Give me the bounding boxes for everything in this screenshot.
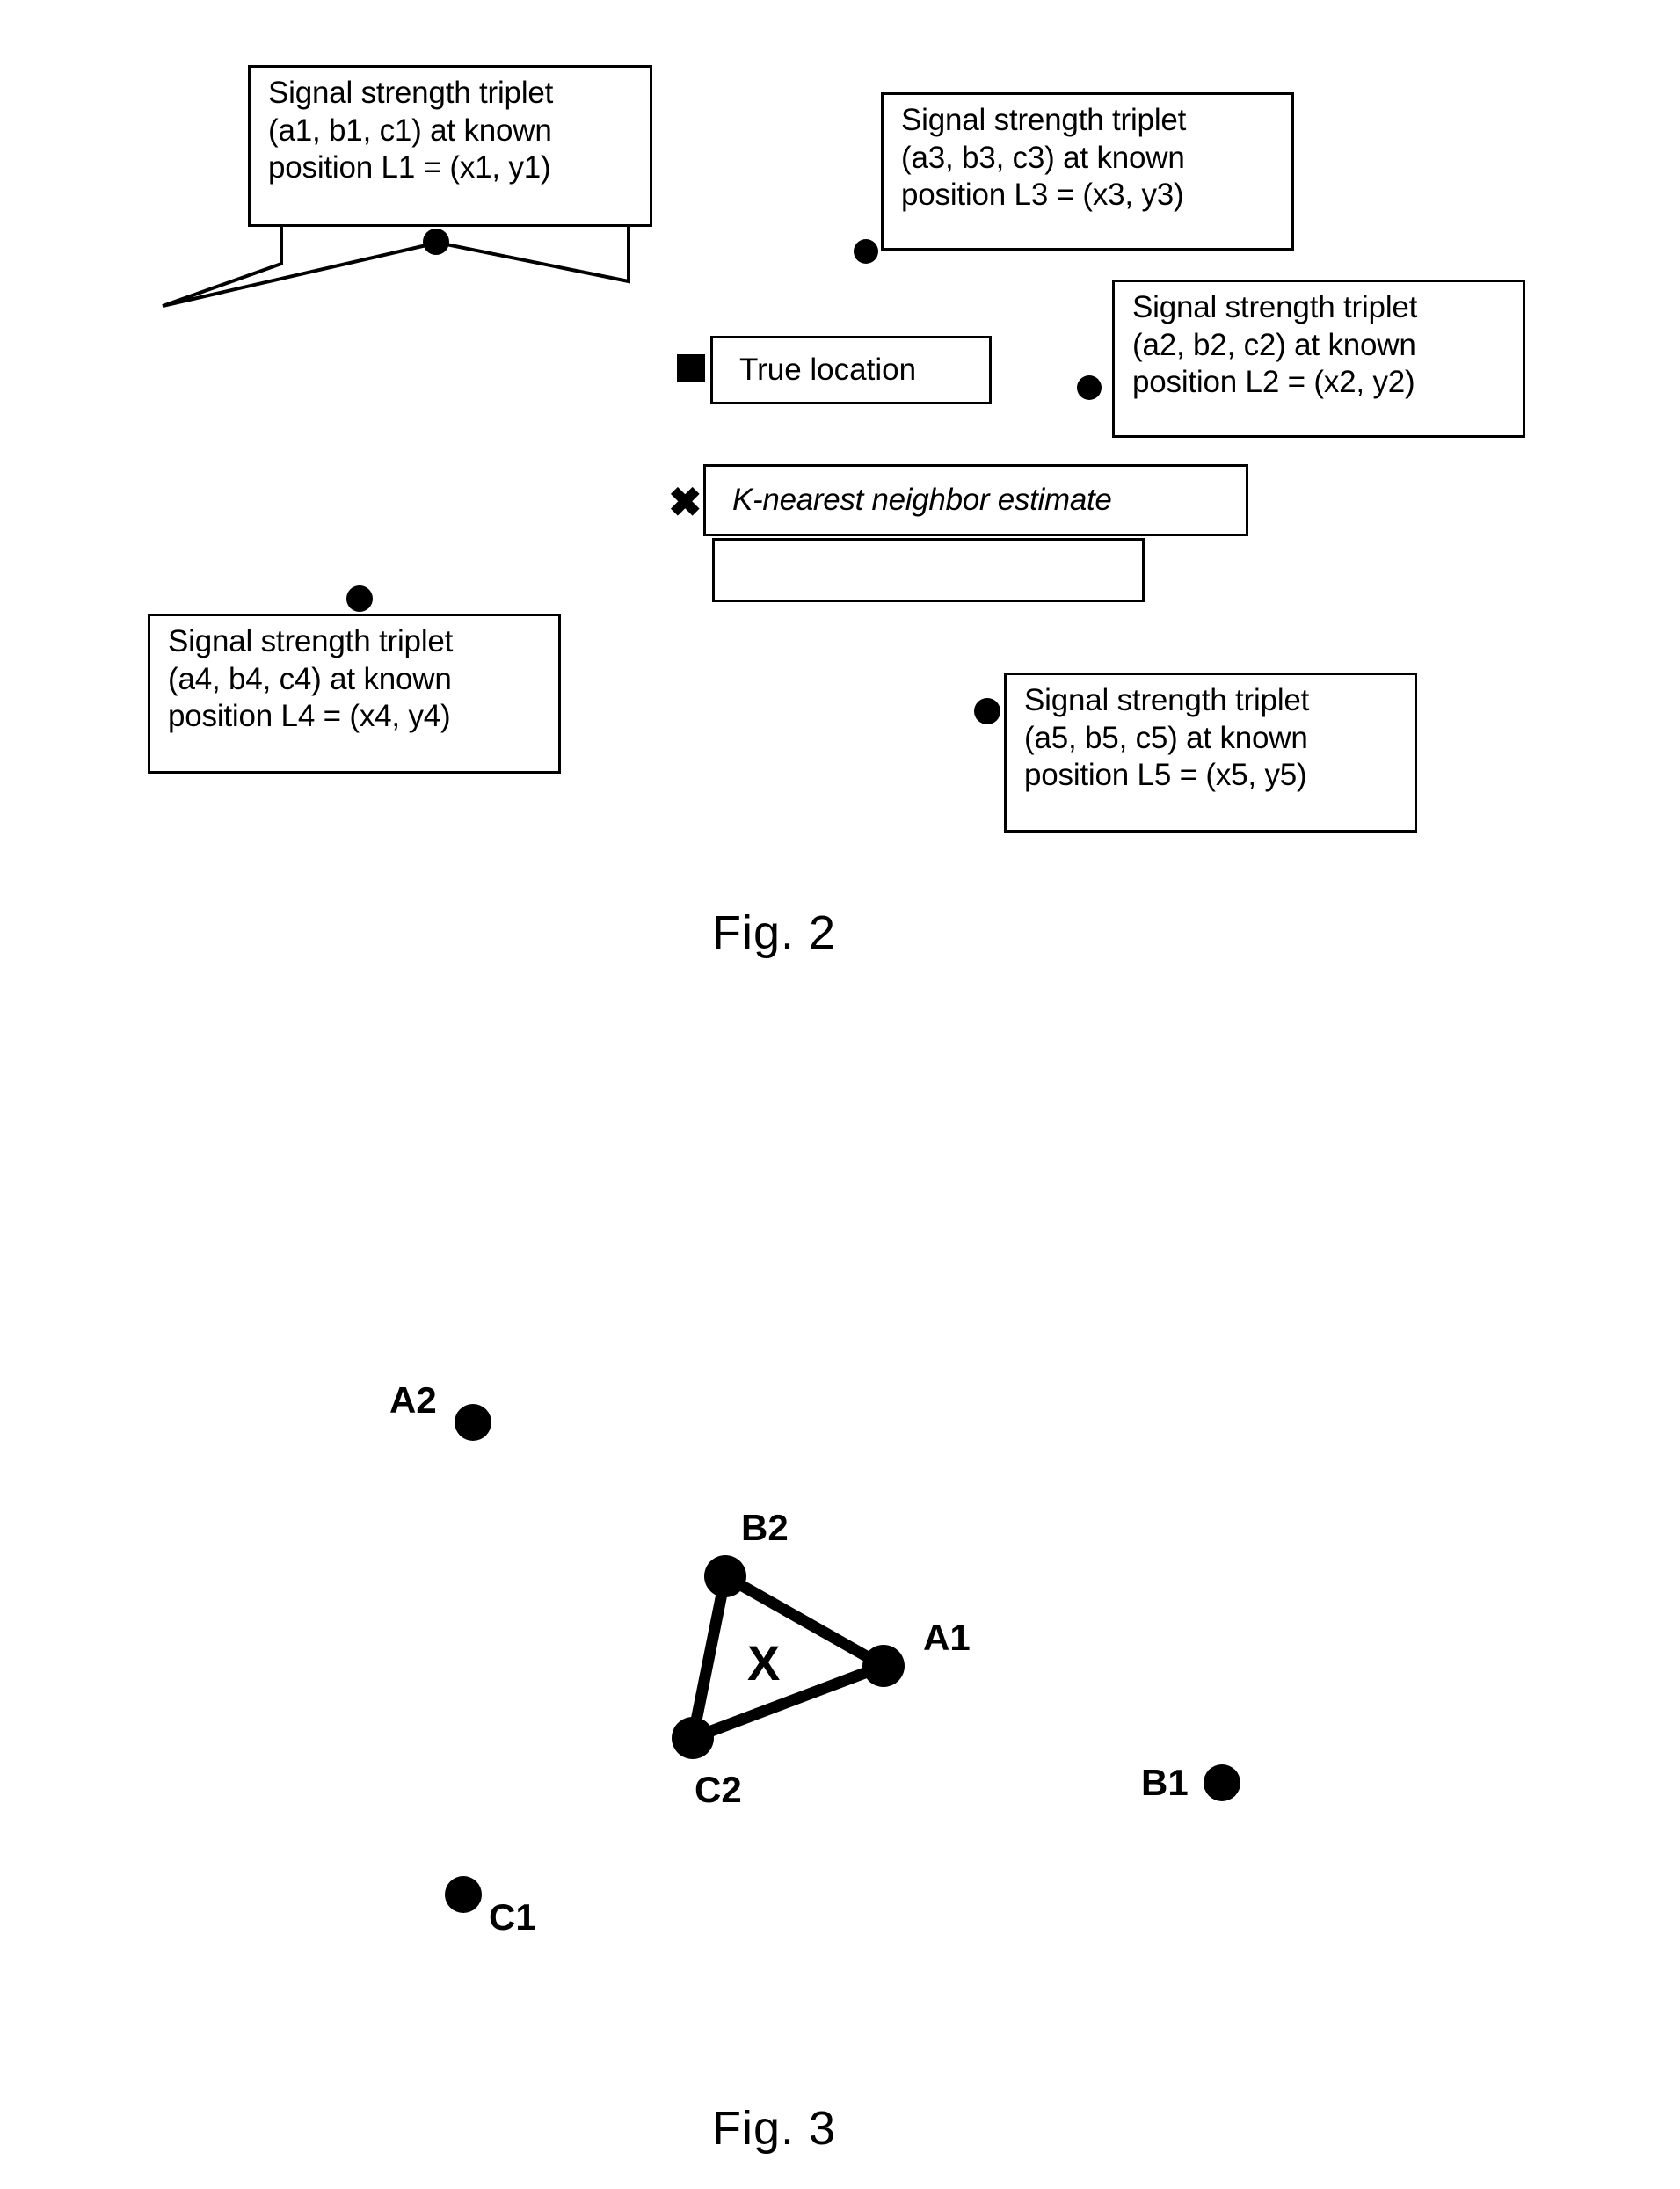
knn-estimate-marker-icon: ✖ xyxy=(668,479,702,525)
empty-callout-box xyxy=(712,538,1145,602)
legend-true-location: True location xyxy=(710,336,992,404)
fig3-triangle xyxy=(687,1570,890,1744)
node-dot-c1 xyxy=(445,1876,482,1913)
callout-l3: Signal strength triplet (a3, b3, c3) at … xyxy=(881,92,1294,251)
location-dot-l2 xyxy=(1077,375,1102,400)
location-dot-l1 xyxy=(423,229,449,255)
leader-line-l1-right xyxy=(437,227,630,284)
node-dot-a1 xyxy=(862,1645,905,1687)
node-dot-c2 xyxy=(672,1717,714,1759)
legend-knn-estimate: K-nearest neighbor estimate xyxy=(703,464,1248,536)
figure-3-caption: Fig. 3 xyxy=(712,2102,837,2155)
node-label-b1: B1 xyxy=(1141,1762,1189,1803)
patent-figure-page: Signal strength triplet (a1, b1, c1) at … xyxy=(0,0,1680,2189)
node-label-a2: A2 xyxy=(389,1379,437,1421)
callout-l5: Signal strength triplet (a5, b5, c5) at … xyxy=(1004,673,1417,833)
node-label-c1: C1 xyxy=(489,1896,536,1938)
node-label-b2: B2 xyxy=(741,1507,789,1548)
knn-estimate-marker-fig3: X xyxy=(747,1635,781,1691)
callout-l4: Signal strength triplet (a4, b4, c4) at … xyxy=(148,614,561,774)
node-dot-a2 xyxy=(455,1404,491,1441)
true-location-marker-icon xyxy=(677,354,705,382)
node-dot-b1 xyxy=(1204,1764,1240,1801)
node-dot-b2 xyxy=(704,1555,746,1597)
leader-line-l1-left xyxy=(162,227,439,308)
callout-l2: Signal strength triplet (a2, b2, c2) at … xyxy=(1112,280,1525,438)
figure-2-caption: Fig. 2 xyxy=(712,906,837,959)
node-label-c2: C2 xyxy=(695,1769,742,1810)
location-dot-l4 xyxy=(346,585,373,612)
legend-knn-estimate-label: K-nearest neighbor estimate xyxy=(732,483,1112,517)
callout-l1: Signal strength triplet (a1, b1, c1) at … xyxy=(248,65,652,227)
location-dot-l5 xyxy=(974,698,1000,724)
node-label-a1: A1 xyxy=(923,1617,971,1658)
location-dot-l3 xyxy=(854,239,878,264)
legend-true-location-label: True location xyxy=(739,353,917,387)
